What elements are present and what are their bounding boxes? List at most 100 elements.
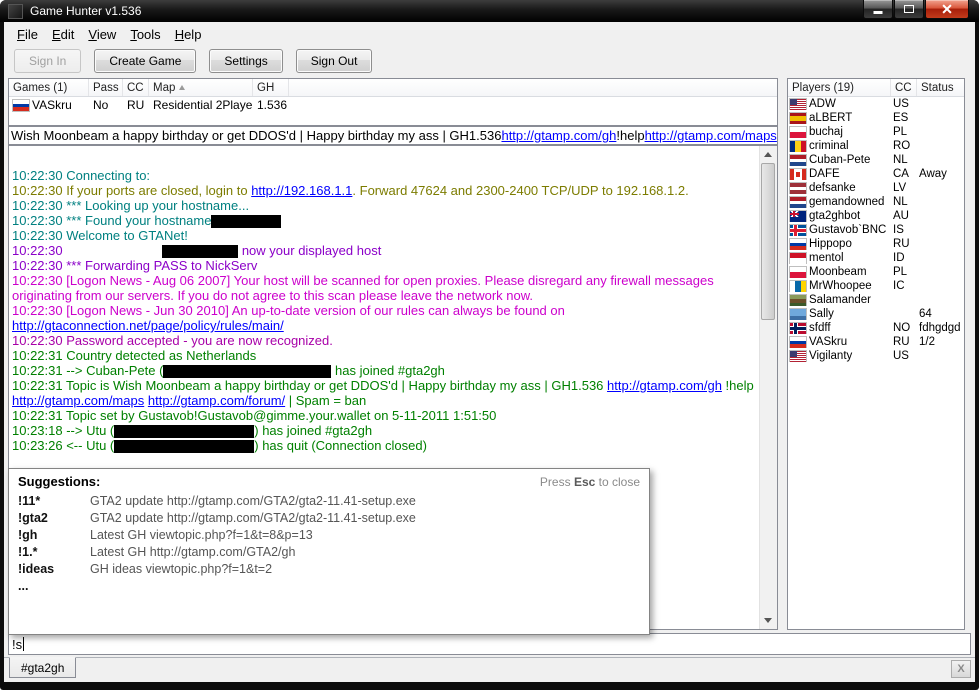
tab-gta2gh[interactable]: #gta2gh xyxy=(9,657,76,678)
player-row[interactable]: buchajPL xyxy=(788,125,964,139)
suggestion-item[interactable]: !1.*Latest GH http://gtamp.com/GTA2/gh xyxy=(18,543,640,560)
player-name-cell: Salamander xyxy=(788,294,891,306)
suggestion-description: GTA2 update http://gtamp.com/GTA2/gta2-1… xyxy=(90,494,416,508)
flag-icon xyxy=(790,127,806,138)
close-button[interactable] xyxy=(925,0,969,19)
message-input[interactable]: !s xyxy=(8,633,971,655)
chat-link[interactable]: http://192.168.1.1 xyxy=(251,183,352,198)
player-name-cell: gta2ghbot xyxy=(788,210,891,222)
redacted-text xyxy=(162,245,238,258)
scroll-down-arrow-icon[interactable] xyxy=(760,612,777,629)
player-name-cell: Hippopo xyxy=(788,238,891,250)
game-row[interactable]: VASkruNoRUResidential 2Player1.536 xyxy=(9,97,777,113)
sign-out-button[interactable]: Sign Out xyxy=(296,49,373,73)
player-name-cell: gemandowned xyxy=(788,196,891,208)
player-name: DAFE xyxy=(809,168,840,180)
player-row[interactable]: ADWUS xyxy=(788,97,964,111)
player-row[interactable]: aLBERTES xyxy=(788,111,964,125)
window-title: Game Hunter v1.536 xyxy=(30,4,141,18)
suggestions-esc-hint: Press Esc to close xyxy=(540,475,640,489)
chat-scrollbar[interactable] xyxy=(759,146,777,629)
flag-icon xyxy=(790,253,806,264)
games-column-header-cc[interactable]: CC xyxy=(123,79,149,96)
menu-item-help[interactable]: Help xyxy=(168,25,209,44)
games-column-header-map[interactable]: Map xyxy=(149,79,253,96)
player-row[interactable]: DAFECAAway xyxy=(788,167,964,181)
suggestion-item[interactable]: !gta2GTA2 update http://gtamp.com/GTA2/g… xyxy=(18,509,640,526)
player-row[interactable]: sfdffNOfdhgdgd xyxy=(788,321,964,335)
suggestion-command: !1.* xyxy=(18,545,90,559)
player-cc-cell: RU xyxy=(891,336,917,348)
suggestion-item[interactable]: !11*GTA2 update http://gtamp.com/GTA2/gt… xyxy=(18,492,640,509)
suggestion-item[interactable]: ... xyxy=(18,577,640,594)
topic-link[interactable]: http://gtamp.com/maps xyxy=(645,128,777,143)
sort-asc-icon xyxy=(179,85,185,90)
player-row[interactable]: VASkruRU1/2 xyxy=(788,335,964,349)
close-tab-button[interactable]: X xyxy=(951,660,971,678)
player-row[interactable]: HippopoRU xyxy=(788,237,964,251)
player-name: criminal xyxy=(809,140,849,152)
player-row[interactable]: Cuban-PeteNL xyxy=(788,153,964,167)
topic-link[interactable]: http://gtamp.com/gh xyxy=(501,128,616,143)
games-column-header-games-1[interactable]: Games (1) xyxy=(9,79,89,96)
player-name: Cuban-Pete xyxy=(809,154,870,166)
create-game-button[interactable]: Create Game xyxy=(94,49,196,73)
players-column-header-players-19[interactable]: Players (19) xyxy=(788,79,891,96)
player-row[interactable]: Sally64 xyxy=(788,307,964,321)
player-name-cell: ADW xyxy=(788,98,891,110)
column-label: CC xyxy=(127,82,144,94)
settings-button[interactable]: Settings xyxy=(209,49,282,73)
player-row[interactable]: mentolID xyxy=(788,251,964,265)
menu-bar: FileEditViewToolsHelp xyxy=(4,22,975,46)
scroll-up-arrow-icon[interactable] xyxy=(760,146,777,163)
topic-link[interactable]: http://gtamp.com/forum/ xyxy=(777,128,778,143)
minimize-button[interactable] xyxy=(863,0,893,19)
channel-tab-bar: #gta2gh X xyxy=(4,657,975,682)
menu-item-edit[interactable]: Edit xyxy=(45,25,81,44)
suggestion-item[interactable]: !ghLatest GH viewtopic.php?f=1&t=8&p=13 xyxy=(18,526,640,543)
flag-icon xyxy=(790,323,806,334)
player-row[interactable]: gemandownedNL xyxy=(788,195,964,209)
player-row[interactable]: VigilantyUS xyxy=(788,349,964,363)
menu-item-tools[interactable]: Tools xyxy=(123,25,167,44)
suggestion-description: GH ideas viewtopic.php?f=1&t=2 xyxy=(90,562,272,576)
suggestions-list: !11*GTA2 update http://gtamp.com/GTA2/gt… xyxy=(18,492,640,594)
player-name-cell: MrWhoopee xyxy=(788,280,891,292)
menu-item-view[interactable]: View xyxy=(81,25,123,44)
tab-label: #gta2gh xyxy=(21,661,64,675)
redacted-text xyxy=(114,440,254,453)
chat-link[interactable]: http://gtamp.com/gh xyxy=(607,378,722,393)
chat-link[interactable]: http://gtamp.com/maps xyxy=(12,393,144,408)
player-name-cell: Vigilanty xyxy=(788,350,891,362)
game-cc-cell: RU xyxy=(123,98,149,112)
maximize-button[interactable] xyxy=(894,0,924,19)
player-row[interactable]: Salamander xyxy=(788,293,964,307)
suggestion-item[interactable]: !ideasGH ideas viewtopic.php?f=1&t=2 xyxy=(18,560,640,577)
games-column-header-pass[interactable]: Pass xyxy=(89,79,123,96)
flag-icon xyxy=(790,337,806,348)
player-name-cell: mentol xyxy=(788,252,891,264)
sign-in-button[interactable]: Sign In xyxy=(14,49,81,73)
menu-item-file[interactable]: File xyxy=(10,25,45,44)
player-row[interactable]: defsankeLV xyxy=(788,181,964,195)
chat-link[interactable]: http://gtamp.com/forum/ xyxy=(148,393,285,408)
games-column-header-gh[interactable]: GH xyxy=(253,79,289,96)
players-column-header-cc[interactable]: CC xyxy=(891,79,917,96)
suggestion-description: Latest GH http://gtamp.com/GTA2/gh xyxy=(90,545,295,559)
player-cc-cell: CA xyxy=(891,168,917,180)
column-label: CC xyxy=(895,82,912,94)
player-row[interactable]: MoonbeamPL xyxy=(788,265,964,279)
player-cc-cell: AU xyxy=(891,210,917,222)
player-row[interactable]: gta2ghbotAU xyxy=(788,209,964,223)
player-name: defsanke xyxy=(809,182,856,194)
player-row[interactable]: MrWhoopeeIC xyxy=(788,279,964,293)
suggestion-command: !11* xyxy=(18,494,90,508)
players-column-header-status[interactable]: Status xyxy=(917,79,964,96)
player-row[interactable]: criminalRO xyxy=(788,139,964,153)
title-bar[interactable]: Game Hunter v1.536 xyxy=(0,0,979,22)
chat-link[interactable]: http://gtaconnection.net/page/policy/rul… xyxy=(12,318,284,333)
game-pass-cell: No xyxy=(89,98,123,112)
scrollbar-thumb[interactable] xyxy=(761,163,775,320)
flag-icon xyxy=(790,197,806,208)
player-row[interactable]: Gustavob`BNCIS xyxy=(788,223,964,237)
